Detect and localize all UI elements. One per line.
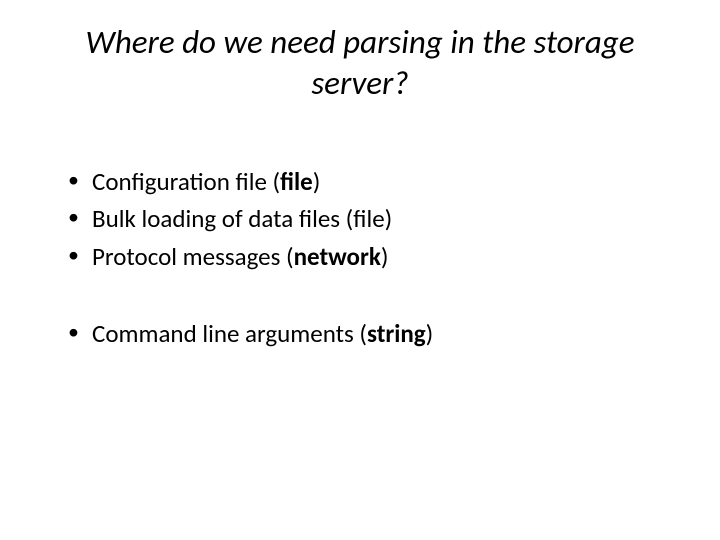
bullet-item: Command line arguments (string) bbox=[68, 315, 670, 353]
bullet-text-bold: file bbox=[280, 166, 313, 197]
slide: Where do we need parsing in the storage … bbox=[0, 0, 720, 540]
slide-title: Where do we need parsing in the storage … bbox=[50, 22, 670, 105]
bullet-text-bold: string bbox=[367, 318, 426, 349]
bullet-text-pre: Command line arguments ( bbox=[92, 318, 367, 349]
bullet-group-1: Configuration file (file) Bulk loading o… bbox=[68, 163, 670, 276]
bullet-item: Configuration file (file) bbox=[68, 163, 670, 201]
bullet-text-bold: network bbox=[294, 241, 381, 272]
bullet-item: Protocol messages (network) bbox=[68, 238, 670, 276]
bullet-text-post: ) bbox=[426, 318, 434, 349]
bullet-item: Bulk loading of data files (file) bbox=[68, 200, 670, 238]
bullet-text-pre: Protocol messages ( bbox=[92, 241, 294, 272]
bullet-group-2: Command line arguments (string) bbox=[68, 315, 670, 353]
bullet-text-post: ) bbox=[381, 241, 389, 272]
bullet-text-pre: Configuration file ( bbox=[92, 166, 280, 197]
bullet-text: Bulk loading of data files (file) bbox=[92, 203, 392, 234]
bullet-text-post: ) bbox=[313, 166, 321, 197]
